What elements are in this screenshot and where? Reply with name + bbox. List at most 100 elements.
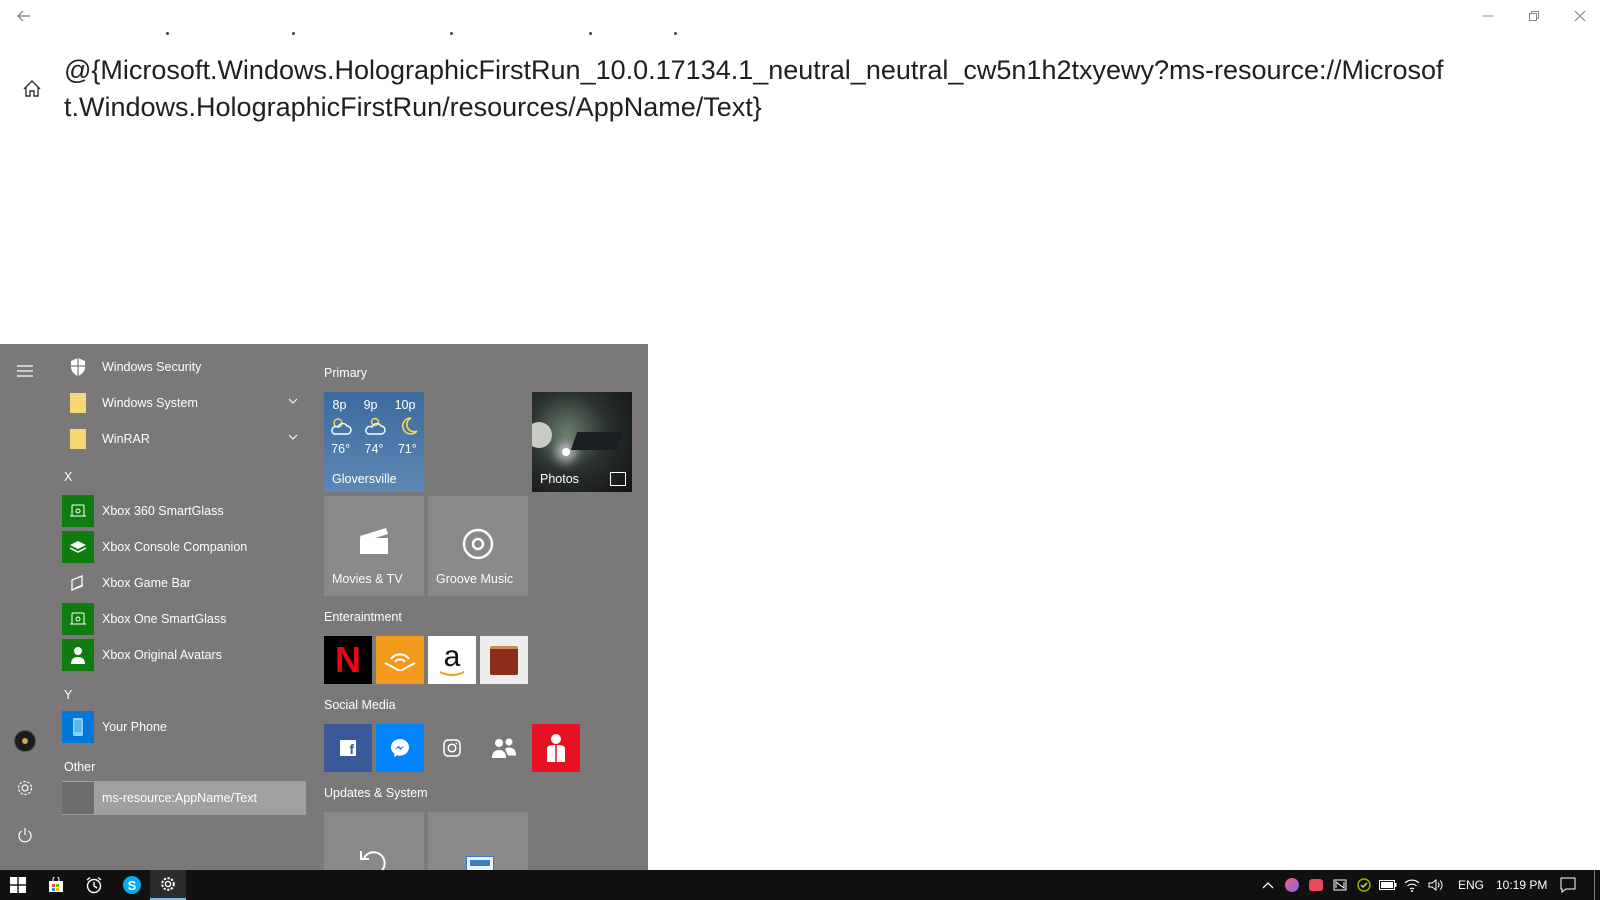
instagram-logo-icon — [443, 739, 461, 757]
section-letter-y[interactable]: Y — [64, 688, 72, 702]
close-icon — [1574, 10, 1586, 22]
people-icon — [492, 738, 516, 758]
control-panel-icon — [466, 856, 494, 870]
section-letter-x[interactable]: X — [64, 470, 72, 484]
partly-sunny-icon — [331, 418, 352, 435]
amazon-smile-icon — [439, 671, 465, 676]
people-tile[interactable] — [480, 724, 528, 772]
action-center-button[interactable] — [1552, 870, 1584, 900]
instagram-tile[interactable] — [428, 724, 476, 772]
notification-icon — [1560, 877, 1576, 893]
app-list-item[interactable]: Xbox Game Bar — [62, 566, 306, 600]
store-bag-icon — [49, 877, 63, 892]
app-list-item[interactable]: Xbox Original Avatars — [62, 638, 306, 672]
volume-button[interactable] — [1424, 870, 1448, 900]
tile-group-social[interactable]: Social Media — [324, 698, 396, 712]
avatar-icon — [62, 639, 94, 671]
audible-logo-icon — [384, 653, 416, 671]
input-language-indicator[interactable]: ENG — [1458, 878, 1484, 892]
minimize-button[interactable] — [1472, 4, 1504, 28]
tile-label: Groove Music — [436, 572, 514, 586]
moon-icon — [402, 417, 418, 435]
weather-time: 10p — [394, 398, 416, 412]
app-label: Xbox Console Companion — [102, 540, 248, 554]
show-desktop-divider[interactable] — [1594, 870, 1595, 900]
windows-update-tile[interactable] — [324, 812, 424, 870]
tile-label: Photos — [540, 472, 579, 486]
amazon-tile[interactable]: a — [428, 636, 476, 684]
tile-group-primary[interactable]: Primary — [324, 366, 367, 380]
restore-button[interactable] — [1518, 4, 1550, 28]
tray-app-button[interactable] — [1304, 870, 1328, 900]
weather-temp: 71° — [397, 442, 417, 456]
start-menu: Windows Security Windows System WinRAR X… — [0, 344, 648, 870]
bible-tile[interactable] — [480, 636, 528, 684]
groove-disc-icon — [462, 528, 494, 560]
app-folder-item[interactable]: Windows System — [62, 386, 306, 420]
taskbar-settings-button[interactable] — [150, 870, 186, 900]
battery-button[interactable] — [1376, 870, 1400, 900]
app-label: Xbox Game Bar — [102, 576, 191, 590]
avatar-app-tile[interactable] — [532, 724, 580, 772]
app-list-item[interactable]: Windows Security — [62, 350, 306, 384]
tray-nvidia-button[interactable] — [1328, 870, 1352, 900]
user-avatar-icon — [14, 730, 36, 752]
alarm-clock-icon — [86, 876, 102, 894]
clock[interactable]: 10:19 PM — [1496, 878, 1547, 892]
home-button[interactable] — [21, 78, 45, 102]
tile-group-entertainment[interactable]: Enteraintment — [324, 610, 402, 624]
movies-tv-tile[interactable]: Movies & TV — [324, 496, 424, 596]
tile-group-updates[interactable]: Updates & System — [324, 786, 428, 800]
app-label: WinRAR — [102, 432, 150, 446]
phone-icon — [62, 711, 94, 743]
wifi-button[interactable] — [1400, 870, 1424, 900]
groove-music-tile[interactable]: Groove Music — [428, 496, 528, 596]
facebook-tile[interactable]: f — [324, 724, 372, 772]
nvidia-icon — [1333, 879, 1347, 891]
back-button[interactable] — [12, 4, 36, 28]
user-account-button[interactable] — [12, 728, 38, 754]
app-list-item-selected[interactable]: ms-resource:AppName/Text — [62, 781, 306, 815]
settings-button[interactable] — [12, 775, 38, 801]
taskbar-store-button[interactable] — [38, 870, 74, 900]
xbox-smartglass-icon — [62, 495, 94, 527]
netflix-tile[interactable]: N — [324, 636, 372, 684]
power-button[interactable] — [12, 822, 38, 848]
light-flare-shape — [562, 448, 570, 456]
blank-app-icon — [62, 782, 94, 814]
app-list-item[interactable]: Xbox One SmartGlass — [62, 602, 306, 636]
audible-tile[interactable] — [376, 636, 424, 684]
app-label: Windows System — [102, 396, 198, 410]
person-silhouette-icon — [547, 734, 565, 762]
moon-photo-shape — [532, 422, 552, 448]
messenger-tile[interactable] — [376, 724, 424, 772]
show-hidden-icons-button[interactable] — [1256, 870, 1280, 900]
control-panel-tile[interactable] — [428, 812, 528, 870]
section-letter-other[interactable]: Other — [64, 760, 95, 774]
taskbar-skype-button[interactable]: S — [114, 870, 150, 900]
progress-dot — [674, 32, 677, 35]
xbox-smartglass-icon — [62, 603, 94, 635]
taskbar-alarms-button[interactable] — [76, 870, 112, 900]
back-arrow-icon — [17, 10, 30, 22]
app-list-item[interactable]: Your Phone — [62, 710, 306, 744]
app-folder-item[interactable]: WinRAR — [62, 422, 306, 456]
itunes-icon — [1285, 878, 1299, 892]
app-list-item[interactable]: Xbox Console Companion — [62, 530, 306, 564]
chevron-down-icon — [288, 395, 298, 407]
weather-time: 9p — [363, 398, 378, 412]
app-list-item[interactable]: Xbox 360 SmartGlass — [62, 494, 306, 528]
start-button[interactable] — [0, 870, 36, 900]
wifi-icon — [1404, 879, 1420, 892]
home-icon — [23, 80, 41, 97]
weather-temp: 74° — [364, 442, 384, 456]
close-button[interactable] — [1564, 4, 1596, 28]
tray-itunes-button[interactable] — [1280, 870, 1304, 900]
weather-tile[interactable]: 8p 9p 10p 76° 74° 71° Gloversville — [324, 392, 424, 492]
xbox-gamebar-icon — [62, 567, 94, 599]
bible-book-icon — [490, 645, 518, 675]
speaker-icon — [1428, 879, 1443, 891]
hamburger-menu-button[interactable] — [12, 358, 38, 384]
photos-tile[interactable]: Photos — [532, 392, 632, 492]
tray-update-button[interactable] — [1352, 870, 1376, 900]
